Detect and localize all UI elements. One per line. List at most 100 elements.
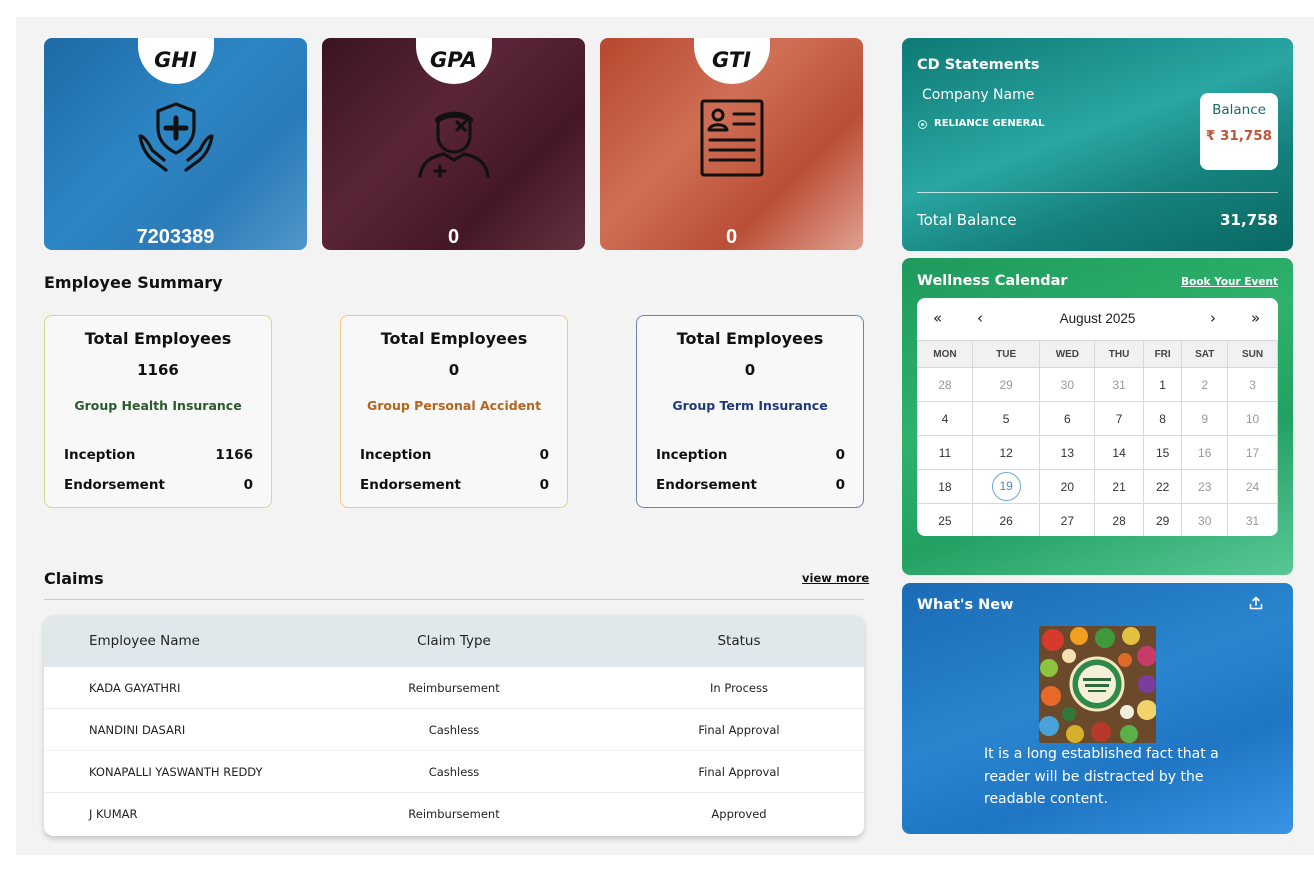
- wellness-calendar-title: Wellness Calendar: [917, 273, 1068, 289]
- calendar-day[interactable]: 29: [1142, 503, 1183, 536]
- employee-summary-title: Employee Summary: [44, 273, 223, 292]
- claims-table: Employee Name Claim Type Status KADA GAY…: [44, 615, 864, 836]
- employee-card-policy: Group Health Insurance: [74, 398, 242, 413]
- calendar-day[interactable]: 17: [1227, 435, 1278, 470]
- calendar-day[interactable]: 31: [1094, 367, 1144, 402]
- employee-card-count: 0: [448, 361, 460, 379]
- table-row[interactable]: J KUMAR Reimbursement Approved: [44, 793, 864, 835]
- total-balance-label: Total Balance: [917, 211, 1017, 229]
- employee-card-title: Total Employees: [380, 329, 528, 348]
- calendar-day[interactable]: 14: [1094, 435, 1144, 470]
- calendar-day[interactable]: 13: [1039, 435, 1096, 470]
- view-more-link[interactable]: view more: [802, 571, 869, 585]
- calendar-day[interactable]: 28: [1094, 503, 1144, 536]
- weekday-header: THU: [1094, 340, 1144, 368]
- endorsement-value: 0: [539, 477, 549, 493]
- calendar-day[interactable]: 27: [1039, 503, 1096, 536]
- calendar-day[interactable]: 9: [1181, 401, 1229, 436]
- whats-new-title: What's New: [917, 597, 1014, 613]
- calendar-day[interactable]: 6: [1039, 401, 1096, 436]
- calendar-day[interactable]: 12: [971, 435, 1041, 470]
- calendar-day[interactable]: 23: [1181, 469, 1229, 504]
- whats-new-card: What's New It is a long established fact…: [902, 583, 1293, 834]
- balance-value: ₹ 31,758: [1205, 128, 1273, 144]
- calendar-day[interactable]: 15: [1142, 435, 1183, 470]
- calendar-day[interactable]: 3: [1227, 367, 1278, 402]
- employee-name-cell: NANDINI DASARI: [89, 722, 186, 737]
- next-month-button[interactable]: ›: [1210, 309, 1216, 327]
- calendar-day-selected[interactable]: 19: [971, 469, 1041, 504]
- claims-title: Claims: [44, 569, 104, 588]
- employee-name-cell: J KUMAR: [89, 807, 138, 821]
- calendar-day[interactable]: 16: [1181, 435, 1229, 470]
- ghi-value: 7203389: [136, 226, 215, 248]
- calendar-day[interactable]: 29: [971, 367, 1041, 402]
- calendar-day[interactable]: 30: [1181, 503, 1229, 536]
- column-employee-name[interactable]: Employee Name: [44, 633, 344, 649]
- inception-label: Inception: [64, 447, 136, 463]
- inception-value: 1166: [215, 447, 253, 463]
- calendar-day[interactable]: 4: [917, 401, 973, 436]
- column-status[interactable]: Status: [564, 633, 864, 649]
- nutrition-week-image: [1039, 626, 1156, 743]
- weekday-header: WED: [1039, 340, 1096, 368]
- calendar-day[interactable]: 28: [917, 367, 973, 402]
- calendar-day[interactable]: 11: [917, 435, 973, 470]
- balance-label: Balance: [1212, 102, 1266, 118]
- employee-card-policy: Group Term Insurance: [672, 398, 828, 413]
- ghi-card[interactable]: GHI 7203389: [44, 38, 307, 250]
- share-icon[interactable]: [1249, 596, 1263, 610]
- calendar-day[interactable]: 24: [1227, 469, 1278, 504]
- calendar-day[interactable]: 7: [1094, 401, 1144, 436]
- column-claim-type[interactable]: Claim Type: [344, 633, 564, 649]
- employee-card-ghi[interactable]: Total Employees 1166 Group Health Insura…: [44, 315, 272, 508]
- ghi-label: GHI: [137, 38, 214, 84]
- calendar-day[interactable]: 26: [971, 503, 1041, 536]
- gpa-card[interactable]: GPA 0: [322, 38, 585, 250]
- employee-card-title: Total Employees: [676, 329, 824, 348]
- employee-card-count: 1166: [137, 361, 179, 379]
- endorsement-label: Endorsement: [360, 477, 461, 493]
- gti-card[interactable]: GTI 0: [600, 38, 863, 250]
- calendar-grid: MON TUE WED THU FRI SAT SUN 28 29 30 31 …: [917, 340, 1278, 536]
- calendar-day[interactable]: 10: [1227, 401, 1278, 436]
- calendar-day[interactable]: 20: [1039, 469, 1096, 504]
- cd-statements-title: CD Statements: [917, 57, 1040, 73]
- employee-card-gti[interactable]: Total Employees 0 Group Term Insurance I…: [636, 315, 864, 508]
- calendar-day[interactable]: 8: [1142, 401, 1183, 436]
- endorsement-label: Endorsement: [656, 477, 757, 493]
- inception-value: 0: [835, 447, 845, 463]
- weekday-header: TUE: [971, 340, 1041, 368]
- table-row[interactable]: KADA GAYATHRI Reimbursement In Process: [44, 667, 864, 709]
- book-event-link[interactable]: Book Your Event: [1181, 276, 1278, 288]
- calendar-day[interactable]: 2: [1181, 367, 1229, 402]
- calendar-day[interactable]: 25: [917, 503, 973, 536]
- table-row[interactable]: KONAPALLI YASWANTH REDDY Cashless Final …: [44, 751, 864, 793]
- gpa-label: GPA: [415, 38, 492, 84]
- company-option[interactable]: RELIANCE GENERAL: [934, 118, 1044, 129]
- employee-card-gpa[interactable]: Total Employees 0 Group Personal Acciden…: [340, 315, 568, 508]
- claims-divider: [44, 599, 864, 600]
- calendar-day[interactable]: 31: [1227, 503, 1278, 536]
- calendar-day[interactable]: 22: [1142, 469, 1183, 504]
- endorsement-value: 0: [835, 477, 845, 493]
- calendar-day[interactable]: 5: [971, 401, 1041, 436]
- whats-new-text: It is a long established fact that a rea…: [984, 746, 1219, 807]
- calendar-day[interactable]: 21: [1094, 469, 1144, 504]
- employee-name-cell: KADA GAYATHRI: [89, 680, 181, 695]
- cd-divider: [917, 192, 1278, 193]
- calendar-day[interactable]: 1: [1142, 367, 1183, 402]
- company-radio[interactable]: [918, 120, 927, 129]
- weekday-header: SAT: [1181, 340, 1229, 368]
- employee-name-cell: KONAPALLI YASWANTH REDDY: [89, 764, 263, 779]
- claim-type-cell: Cashless: [428, 722, 480, 737]
- calendar-day[interactable]: 30: [1039, 367, 1096, 402]
- inception-value: 0: [539, 447, 549, 463]
- status-cell: Final Approval: [698, 722, 780, 737]
- calendar-day[interactable]: 18: [917, 469, 973, 504]
- gti-label: GTI: [693, 38, 770, 84]
- cd-statements-card: CD Statements Company Name RELIANCE GENE…: [902, 38, 1293, 251]
- status-cell: Approved: [711, 807, 767, 821]
- table-row[interactable]: NANDINI DASARI Cashless Final Approval: [44, 709, 864, 751]
- next-year-button[interactable]: »: [1251, 309, 1260, 327]
